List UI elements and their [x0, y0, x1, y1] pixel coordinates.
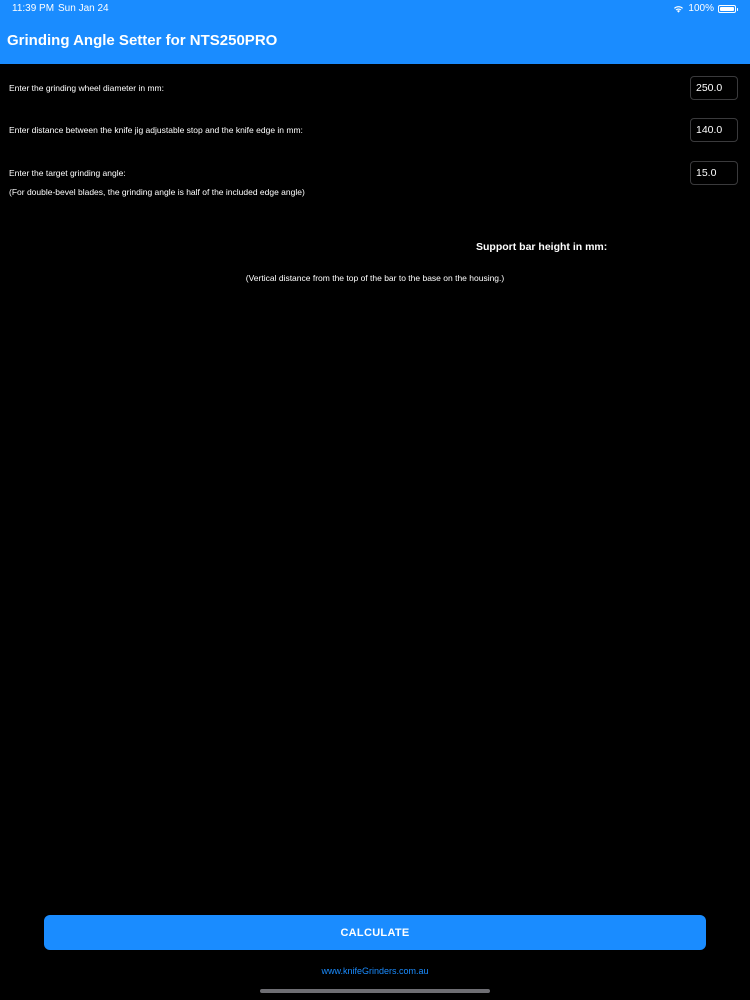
calculate-button[interactable]: CALCULATE: [44, 915, 706, 950]
angle-input[interactable]: [690, 161, 738, 185]
result-note: (Vertical distance from the top of the b…: [245, 273, 505, 283]
nav-bar: Grinding Angle Setter for NTS250PRO: [0, 18, 750, 64]
website-link[interactable]: www.knifeGrinders.com.au: [0, 966, 750, 976]
angle-label: Enter the target grinding angle:: [9, 168, 126, 178]
distance-label: Enter distance between the knife jig adj…: [9, 125, 303, 135]
battery-fill: [720, 6, 734, 11]
wheel-diameter-input[interactable]: [690, 76, 738, 100]
battery-percent: 100%: [688, 3, 714, 14]
app-screen: 11:39 PM Sun Jan 24 100% Grinding Angle …: [0, 0, 750, 1000]
angle-note: (For double-bevel blades, the grinding a…: [9, 187, 305, 197]
wifi-icon: [673, 5, 684, 13]
status-date: Sun Jan 24: [58, 3, 109, 14]
status-bar: 11:39 PM Sun Jan 24 100%: [0, 0, 750, 18]
battery-icon: [718, 4, 738, 13]
wheel-diameter-label: Enter the grinding wheel diameter in mm:: [9, 83, 164, 93]
distance-input[interactable]: [690, 118, 738, 142]
home-indicator[interactable]: [260, 989, 490, 993]
status-time: 11:39 PM: [12, 3, 55, 14]
page-title: Grinding Angle Setter for NTS250PRO: [7, 32, 278, 49]
result-label: Support bar height in mm:: [476, 241, 608, 253]
status-indicators: 100%: [673, 3, 738, 14]
